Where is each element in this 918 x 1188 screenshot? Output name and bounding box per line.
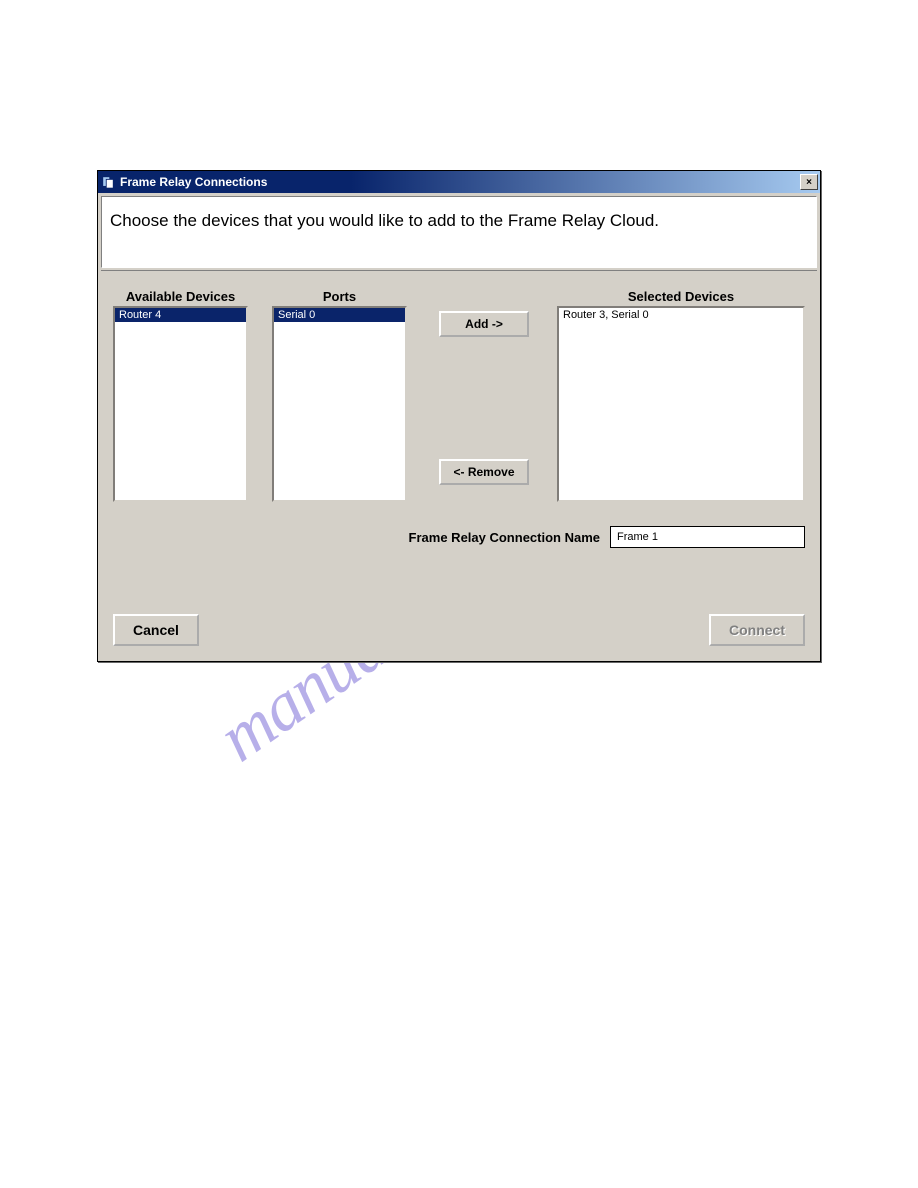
selected-column: Selected Devices Router 3, Serial 0 xyxy=(557,289,805,502)
instruction-text: Choose the devices that you would like t… xyxy=(110,211,659,230)
close-icon: × xyxy=(806,177,812,188)
connection-name-row: Frame Relay Connection Name xyxy=(113,526,805,548)
footer-buttons: Cancel Connect xyxy=(113,614,805,646)
instruction-panel: Choose the devices that you would like t… xyxy=(101,196,817,268)
ports-header: Ports xyxy=(272,289,407,304)
columns: Available Devices Router 4 Ports Serial … xyxy=(113,289,805,502)
main-area: Available Devices Router 4 Ports Serial … xyxy=(101,270,817,658)
connection-name-label: Frame Relay Connection Name xyxy=(409,530,600,545)
available-listbox[interactable]: Router 4 xyxy=(113,306,248,502)
transfer-buttons: Add -> <- Remove xyxy=(439,289,529,485)
ports-listbox[interactable]: Serial 0 xyxy=(272,306,407,502)
list-item[interactable]: Router 4 xyxy=(115,308,246,322)
close-button[interactable]: × xyxy=(800,174,818,190)
selected-listbox[interactable]: Router 3, Serial 0 xyxy=(557,306,805,502)
window-body: Choose the devices that you would like t… xyxy=(98,193,820,661)
available-column: Available Devices Router 4 xyxy=(113,289,248,502)
selected-header: Selected Devices xyxy=(557,289,805,304)
add-button[interactable]: Add -> xyxy=(439,311,529,337)
titlebar: Frame Relay Connections × xyxy=(98,171,820,193)
app-icon xyxy=(100,174,116,190)
ports-column: Ports Serial 0 xyxy=(272,289,407,502)
list-item[interactable]: Router 3, Serial 0 xyxy=(559,308,803,322)
titlebar-title: Frame Relay Connections xyxy=(120,175,267,189)
cancel-button[interactable]: Cancel xyxy=(113,614,199,646)
list-item[interactable]: Serial 0 xyxy=(274,308,405,322)
dialog-window: Frame Relay Connections × Choose the dev… xyxy=(97,170,821,662)
connect-button[interactable]: Connect xyxy=(709,614,805,646)
connection-name-input[interactable] xyxy=(610,526,805,548)
remove-button[interactable]: <- Remove xyxy=(439,459,529,485)
titlebar-left: Frame Relay Connections xyxy=(100,174,267,190)
available-header: Available Devices xyxy=(113,289,248,304)
